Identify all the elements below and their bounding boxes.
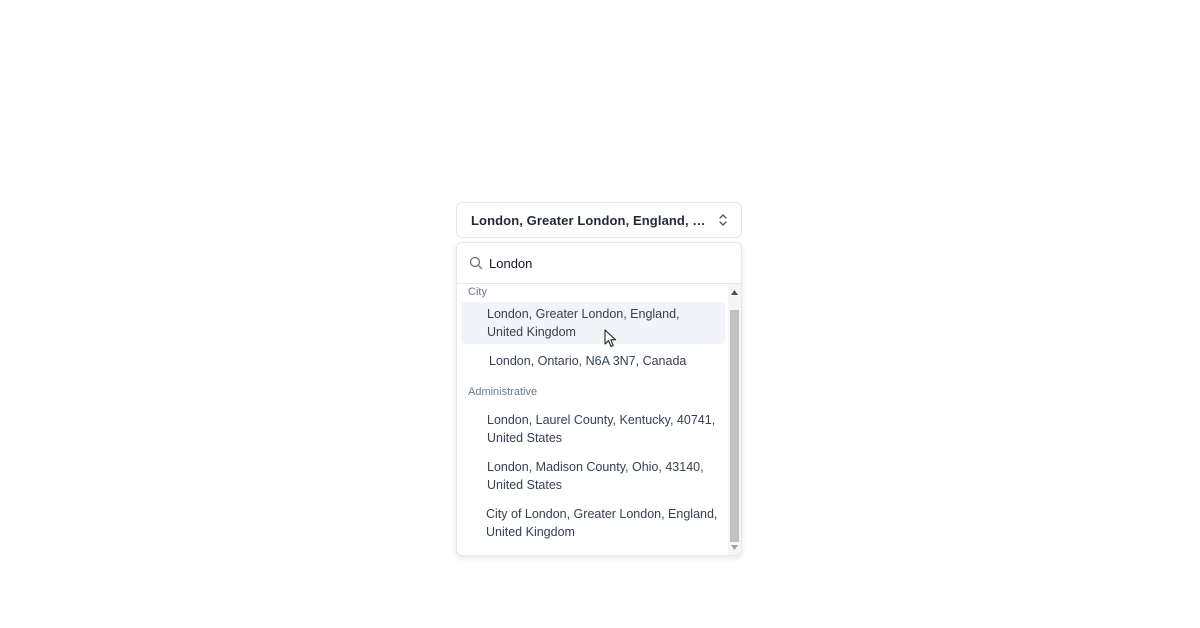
option-london-ohio[interactable]: London, Madison County, Ohio, 43140, Uni… bbox=[461, 455, 725, 497]
location-dropdown: City London, Greater London, England, Un… bbox=[456, 242, 742, 556]
search-input[interactable] bbox=[489, 255, 709, 271]
search-row bbox=[457, 243, 741, 284]
search-icon bbox=[469, 256, 483, 270]
group-heading-administrative: Administrative bbox=[468, 386, 538, 398]
scroll-down-arrow-icon[interactable] bbox=[728, 541, 741, 554]
chevron-up-down-icon bbox=[717, 212, 729, 228]
option-london-uk[interactable]: London, Greater London, England, United … bbox=[461, 302, 725, 344]
scroll-thumb[interactable] bbox=[730, 310, 739, 542]
option-city-of-london[interactable]: City of London, Greater London, England,… bbox=[461, 502, 725, 544]
group-heading-city: City bbox=[468, 286, 487, 298]
option-london-ontario[interactable]: London, Ontario, N6A 3N7, Canada bbox=[461, 349, 725, 373]
selected-location-label: London, Greater London, England, United … bbox=[471, 212, 709, 228]
scrollbar[interactable] bbox=[728, 284, 741, 555]
option-london-kentucky[interactable]: London, Laurel County, Kentucky, 40741, … bbox=[461, 408, 725, 450]
scroll-up-arrow-icon[interactable] bbox=[728, 286, 741, 299]
options-list: City London, Greater London, England, Un… bbox=[457, 284, 729, 555]
location-combobox-trigger[interactable]: London, Greater London, England, United … bbox=[456, 202, 742, 238]
